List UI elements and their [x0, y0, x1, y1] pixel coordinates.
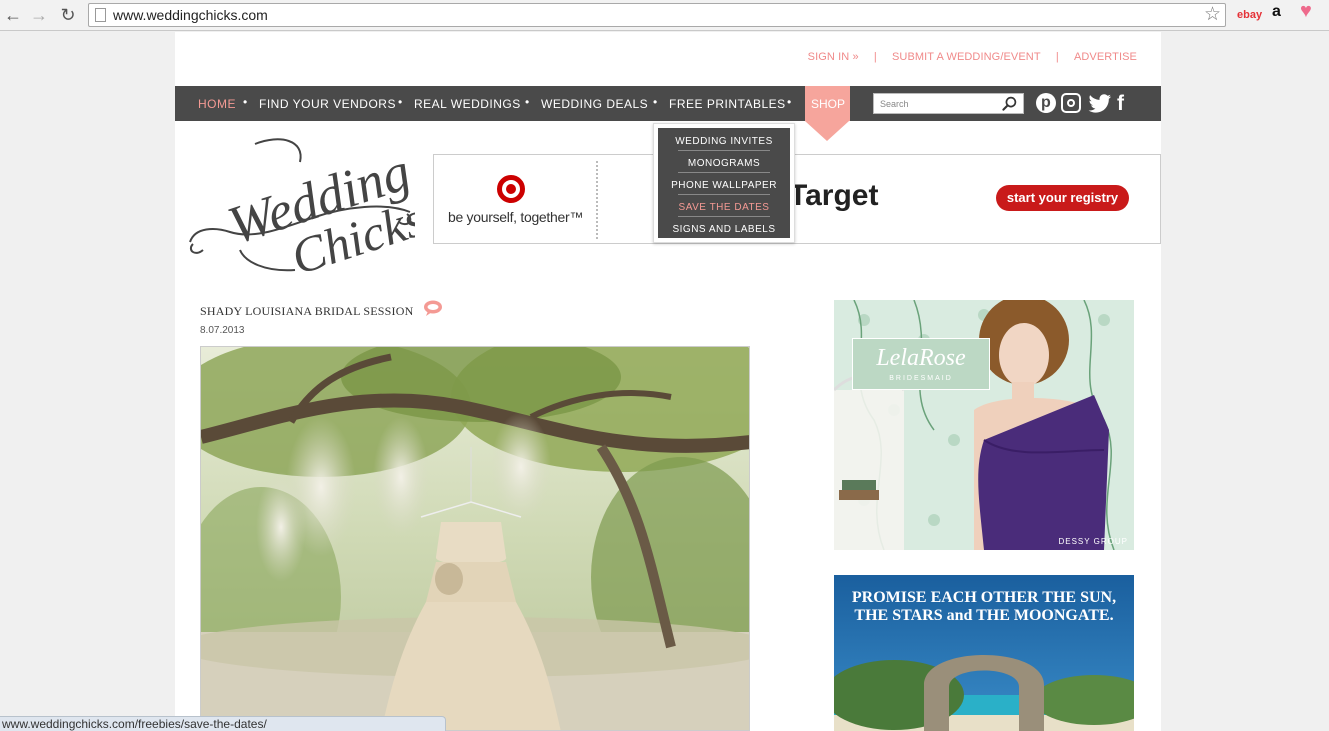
start-registry-button[interactable]: start your registry: [996, 185, 1129, 211]
search-icon[interactable]: [1002, 96, 1017, 111]
pinterest-icon[interactable]: p: [1036, 93, 1056, 113]
dropdown-separator: [678, 194, 770, 195]
target-logo-icon: [497, 175, 525, 203]
lela-rose-logo-box: LelaRose BRIDESMAID: [852, 338, 990, 390]
nav-shop[interactable]: SHOP: [811, 97, 845, 111]
nav-find-vendors[interactable]: FIND YOUR VENDORS: [259, 97, 396, 111]
nav-bullet: •: [398, 95, 403, 109]
main-nav: HOME • FIND YOUR VENDORS • REAL WEDDINGS…: [175, 86, 1161, 141]
nav-bullet: •: [653, 95, 658, 109]
dropdown-item-save-the-dates[interactable]: SAVE THE DATES: [658, 202, 790, 213]
advertise-link[interactable]: ADVERTISE: [1074, 51, 1137, 63]
twitter-icon[interactable]: [1088, 94, 1112, 114]
comment-bubble-icon[interactable]: [423, 300, 443, 316]
address-text[interactable]: www.weddingchicks.com: [113, 7, 268, 23]
page-viewport: SIGN IN » | SUBMIT A WEDDING/EVENT | ADV…: [0, 32, 1329, 731]
nav-free-printables[interactable]: FREE PRINTABLES: [669, 97, 786, 111]
post-title[interactable]: SHADY LOUISIANA BRIDAL SESSION: [200, 304, 413, 319]
bookmark-star-icon[interactable]: ☆: [1204, 4, 1221, 26]
post-photo[interactable]: [200, 346, 750, 731]
lela-rose-subtitle: BRIDESMAID: [889, 375, 953, 382]
sign-in-link[interactable]: SIGN IN »: [808, 51, 859, 63]
top-links: SIGN IN » | SUBMIT A WEDDING/EVENT | ADV…: [802, 51, 1143, 63]
shop-dropdown-menu: WEDDING INVITES MONOGRAMS PHONE WALLPAPE…: [653, 123, 795, 243]
amazon-extension-icon[interactable]: a: [1272, 2, 1281, 22]
nav-bullet: •: [787, 95, 792, 109]
dropdown-item-monograms[interactable]: MONOGRAMS: [658, 158, 790, 169]
dropdown-separator: [678, 150, 770, 151]
top-link-separator: |: [873, 51, 877, 63]
nav-bullet: •: [525, 95, 530, 109]
dropdown-separator: [678, 172, 770, 173]
ebay-extension-icon[interactable]: ebay: [1237, 5, 1262, 25]
target-tagline: be yourself, together™: [448, 209, 584, 225]
wedding-chicks-logo[interactable]: Wedding Chicks: [185, 132, 415, 272]
address-bar[interactable]: www.weddingchicks.com ☆: [88, 3, 1226, 27]
forward-arrow-icon[interactable]: →: [28, 4, 50, 26]
submit-wedding-link[interactable]: SUBMIT A WEDDING/EVENT: [892, 51, 1041, 63]
nav-wedding-deals[interactable]: WEDDING DEALS: [541, 97, 648, 111]
moongate-line-2: THE STARS and THE MOONGATE.: [854, 607, 1114, 624]
search-input[interactable]: Search: [873, 93, 1024, 114]
post-date: 8.07.2013: [200, 325, 245, 336]
nav-home[interactable]: HOME: [198, 97, 236, 111]
dropdown-separator: [678, 216, 770, 217]
lela-rose-ad[interactable]: LelaRose BRIDESMAID DESSY GROUP: [834, 300, 1134, 550]
moongate-line-1: PROMISE EACH OTHER THE SUN,: [851, 589, 1117, 606]
moongate-headline: PROMISE EACH OTHER THE SUN, THE STARS an…: [834, 589, 1134, 625]
top-link-separator: |: [1055, 51, 1059, 63]
target-brand: Target: [789, 179, 879, 212]
search-placeholder: Search: [880, 99, 909, 109]
dessy-group-label: DESSY GROUP: [1058, 537, 1128, 546]
dropdown-item-phone-wallpaper[interactable]: PHONE WALLPAPER: [658, 180, 790, 191]
lela-rose-name: LelaRose: [876, 345, 966, 371]
status-bar-url: www.weddingchicks.com/freebies/save-the-…: [0, 716, 446, 731]
shop-tab-arrow: [805, 121, 849, 141]
heart-extension-icon[interactable]: ♥: [1300, 1, 1312, 21]
browser-toolbar: ← → ↻ www.weddingchicks.com ☆ ebay a ♥: [0, 0, 1329, 31]
page-icon: [95, 8, 106, 22]
dropdown-item-wedding-invites[interactable]: WEDDING INVITES: [658, 136, 790, 147]
moongate-ad[interactable]: PROMISE EACH OTHER THE SUN, THE STARS an…: [834, 575, 1134, 731]
back-arrow-icon[interactable]: ←: [2, 4, 24, 26]
site-container: SIGN IN » | SUBMIT A WEDDING/EVENT | ADV…: [175, 32, 1161, 731]
nav-real-weddings[interactable]: REAL WEDDINGS: [414, 97, 521, 111]
nav-bullet: •: [243, 95, 248, 109]
instagram-icon[interactable]: [1061, 93, 1081, 113]
facebook-icon[interactable]: f: [1117, 92, 1124, 116]
reload-icon[interactable]: ↻: [57, 4, 79, 26]
ad-divider: [596, 161, 598, 239]
dropdown-item-signs-labels[interactable]: SIGNS AND LABELS: [658, 224, 790, 235]
target-ad-banner[interactable]: be yourself, together™ Target start your…: [433, 154, 1161, 244]
